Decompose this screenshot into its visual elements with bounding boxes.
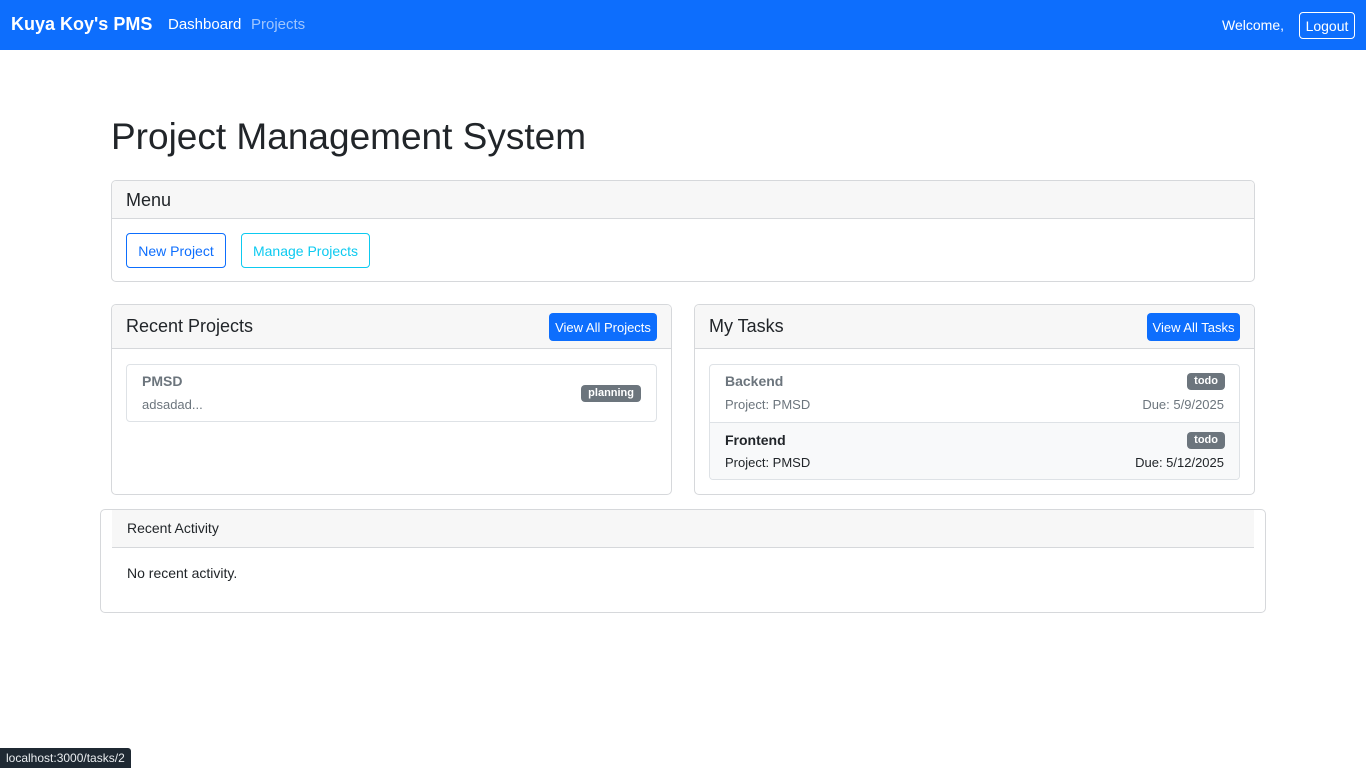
nav-link-dashboard[interactable]: Dashboard — [168, 16, 241, 33]
project-list-item[interactable]: PMSD adsadad... planning — [127, 365, 656, 421]
view-all-tasks-button[interactable]: View All Tasks — [1147, 313, 1240, 341]
my-tasks-card: My Tasks View All Tasks Backend todo Pro… — [694, 304, 1255, 495]
task-list-item[interactable]: Backend todo Project: PMSD Due: 5/9/2025 — [710, 365, 1239, 422]
task-title: Frontend — [725, 432, 786, 448]
task-status-badge: todo — [1187, 373, 1225, 390]
recent-projects-card: Recent Projects View All Projects PMSD a… — [111, 304, 672, 495]
project-name: PMSD — [142, 373, 183, 389]
recent-projects-title: Recent Projects — [126, 316, 254, 336]
manage-projects-button[interactable]: Manage Projects — [241, 233, 370, 268]
page-title: Project Management System — [111, 116, 587, 157]
menu-card-header: Menu — [112, 181, 1254, 219]
task-title: Backend — [725, 373, 784, 389]
menu-card: Menu New Project Manage Projects — [111, 180, 1255, 282]
recent-activity-title: Recent Activity — [127, 520, 219, 536]
welcome-text: Welcome, — [1222, 17, 1284, 33]
project-status-badge: planning — [581, 385, 641, 402]
brand-link[interactable]: Kuya Koy's PMS — [11, 14, 152, 35]
task-status-badge: todo — [1187, 432, 1225, 449]
view-all-projects-button[interactable]: View All Projects — [549, 313, 657, 341]
browser-status-bar: localhost:3000/tasks/2 — [0, 748, 131, 768]
recent-activity-card: Recent Activity No recent activity. — [100, 509, 1266, 613]
top-navbar: Kuya Koy's PMS Dashboard Projects Welcom… — [0, 0, 1366, 50]
menu-title: Menu — [126, 190, 172, 210]
task-list-item[interactable]: Frontend todo Project: PMSD Due: 5/12/20… — [710, 422, 1239, 479]
task-project: Project: PMSD — [725, 455, 811, 470]
nav-link-projects[interactable]: Projects — [251, 16, 305, 33]
my-tasks-header: My Tasks View All Tasks — [695, 305, 1254, 349]
my-tasks-list: Backend todo Project: PMSD Due: 5/9/2025… — [709, 364, 1240, 480]
my-tasks-title: My Tasks — [709, 316, 784, 336]
recent-activity-header: Recent Activity — [112, 510, 1254, 548]
recent-projects-list: PMSD adsadad... planning — [126, 364, 657, 422]
project-description: adsadad... — [142, 397, 203, 412]
logout-button[interactable]: Logout — [1299, 12, 1355, 39]
recent-activity-empty-text: No recent activity. — [127, 565, 238, 581]
task-project: Project: PMSD — [725, 397, 811, 412]
new-project-button[interactable]: New Project — [126, 233, 226, 268]
recent-projects-header: Recent Projects View All Projects — [112, 305, 671, 349]
task-due-date: Due: 5/9/2025 — [1142, 397, 1224, 412]
task-due-date: Due: 5/12/2025 — [1135, 455, 1224, 470]
